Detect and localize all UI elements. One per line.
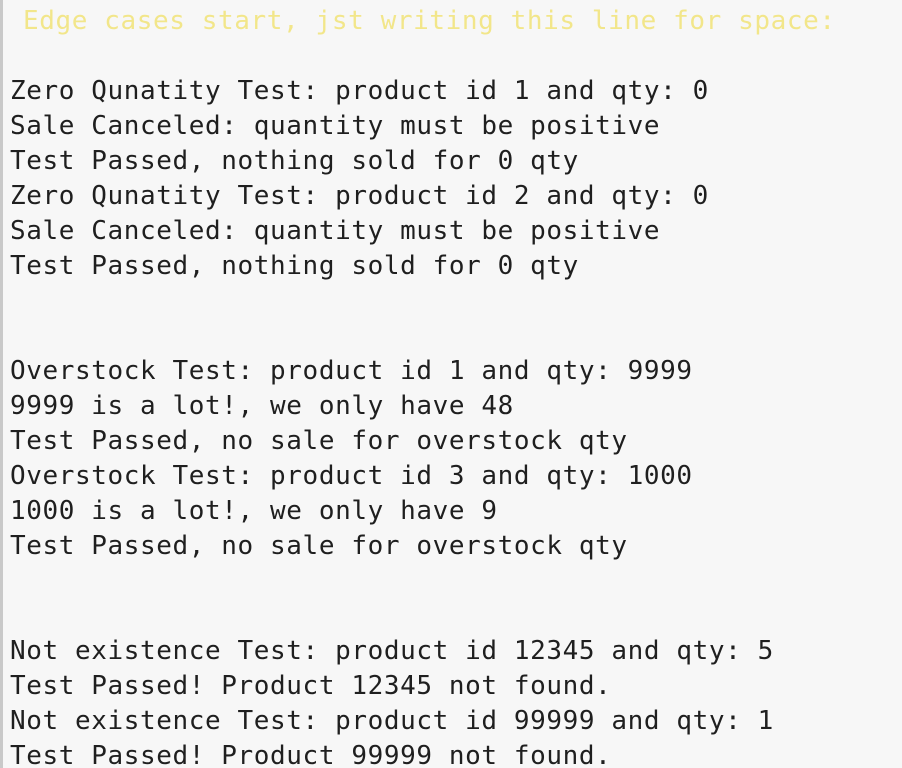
console-line: Overstock Test: product id 3 and qty: 10… xyxy=(10,461,693,491)
console-line: Test Passed, no sale for overstock qty xyxy=(10,426,628,456)
console-line: Zero Qunatity Test: product id 2 and qty… xyxy=(10,181,709,211)
console-header-line: Edge cases start, jst writing this line … xyxy=(23,6,836,36)
console-line: Not existence Test: product id 99999 and… xyxy=(10,706,774,736)
console-line: Test Passed! Product 12345 not found. xyxy=(10,671,612,701)
console-line: 9999 is a lot!, we only have 48 xyxy=(10,391,514,421)
console-line: Sale Canceled: quantity must be positive xyxy=(10,111,661,141)
console-line: Overstock Test: product id 1 and qty: 99… xyxy=(10,356,693,386)
console-output-panel[interactable]: Edge cases start, jst writing this line … xyxy=(0,0,902,768)
console-line: Test Passed, nothing sold for 0 qty xyxy=(10,146,579,176)
console-line: Test Passed, nothing sold for 0 qty xyxy=(10,251,579,281)
console-line: Test Passed! Product 99999 not found. xyxy=(10,741,612,768)
console-line: Zero Qunatity Test: product id 1 and qty… xyxy=(10,76,709,106)
console-line: 1000 is a lot!, we only have 9 xyxy=(10,496,498,526)
console-line: Not existence Test: product id 12345 and… xyxy=(10,636,774,666)
console-line: Sale Canceled: quantity must be positive xyxy=(10,216,661,246)
console-line: Test Passed, no sale for overstock qty xyxy=(10,531,628,561)
